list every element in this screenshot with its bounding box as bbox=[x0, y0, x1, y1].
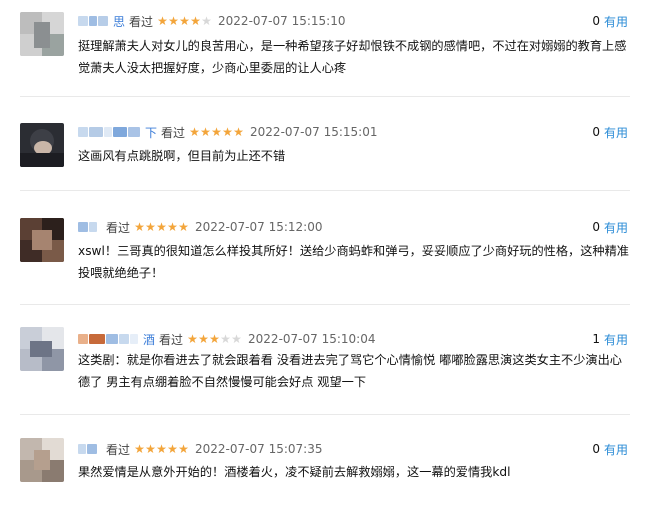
star-filled-icon: ★ bbox=[168, 14, 179, 28]
star-filled-icon: ★ bbox=[157, 14, 168, 28]
star-filled-icon: ★ bbox=[233, 125, 244, 139]
comment-meta: 酒 看过 ★ ★ ★ ★ ★ 2022-07-07 15:10:04 bbox=[78, 330, 375, 348]
star-filled-icon: ★ bbox=[198, 332, 209, 346]
comment-time: 2022-07-07 15:15:01 bbox=[250, 125, 378, 139]
comment-meta: 看过 ★ ★ ★ ★ ★ 2022-07-07 15:12:00 bbox=[78, 218, 322, 236]
star-filled-icon: ★ bbox=[209, 332, 220, 346]
avatar[interactable] bbox=[20, 218, 64, 262]
vote-count: 0 bbox=[592, 125, 600, 139]
divider bbox=[20, 190, 630, 191]
comment-text: 果然爱情是从意外开始的！酒楼着火，凌不疑前去解救嫋嫋，这一幕的爱情我kdl bbox=[78, 465, 511, 479]
divider bbox=[20, 96, 630, 97]
star-empty-icon: ★ bbox=[201, 14, 212, 28]
useful-button[interactable]: 有用 bbox=[604, 441, 628, 458]
watch-status: 看过 bbox=[129, 14, 154, 29]
vote-count: 0 bbox=[592, 14, 600, 28]
watch-status: 看过 bbox=[159, 332, 184, 347]
username-blurred[interactable] bbox=[78, 126, 141, 138]
star-filled-icon: ★ bbox=[190, 14, 201, 28]
rating-stars: ★ ★ ★ ★ ★ bbox=[187, 333, 242, 345]
username-blurred[interactable] bbox=[78, 333, 139, 345]
rating-stars: ★ ★ ★ ★ ★ bbox=[134, 443, 189, 455]
star-filled-icon: ★ bbox=[187, 332, 198, 346]
comment-meta: 思 看过 ★ ★ ★ ★ ★ 2022-07-07 15:15:10 bbox=[78, 12, 345, 30]
useful-button[interactable]: 有用 bbox=[604, 219, 628, 236]
avatar[interactable] bbox=[20, 123, 64, 167]
rating-stars: ★ ★ ★ ★ ★ bbox=[189, 126, 244, 138]
avatar[interactable] bbox=[20, 12, 64, 56]
username-blurred[interactable] bbox=[78, 221, 98, 233]
vote-count: 0 bbox=[592, 442, 600, 456]
username-blurred[interactable] bbox=[78, 15, 109, 27]
username[interactable]: 下 bbox=[145, 124, 157, 141]
comment-text: 这画风有点跳脱啊，但目前为止还不错 bbox=[78, 149, 286, 163]
comment-text: 这类剧：就是你看进去了就会跟着看 没看进去完了骂它个心情愉悦 嘟嘟脸露思演这类女… bbox=[78, 353, 622, 389]
useful-button[interactable]: 有用 bbox=[604, 13, 628, 30]
star-filled-icon: ★ bbox=[178, 220, 189, 234]
comment-time: 2022-07-07 15:12:00 bbox=[195, 220, 323, 234]
comment-text: 挺理解萧夫人对女儿的良苦用心，是一种希望孩子好却恨铁不成钢的感情吧，不过在对嫋嫋… bbox=[78, 39, 627, 75]
rating-stars: ★ ★ ★ ★ ★ bbox=[134, 221, 189, 233]
comment-time: 2022-07-07 15:10:04 bbox=[248, 332, 376, 346]
watch-status: 看过 bbox=[106, 442, 131, 457]
star-filled-icon: ★ bbox=[156, 220, 167, 234]
avatar[interactable] bbox=[20, 327, 64, 371]
star-filled-icon: ★ bbox=[211, 125, 222, 139]
star-filled-icon: ★ bbox=[134, 220, 145, 234]
rating-stars: ★ ★ ★ ★ ★ bbox=[157, 15, 212, 27]
vote-area: 0 有用 bbox=[592, 12, 628, 30]
star-filled-icon: ★ bbox=[179, 14, 190, 28]
comment-time: 2022-07-07 15:15:10 bbox=[218, 14, 346, 28]
star-filled-icon: ★ bbox=[145, 442, 156, 456]
comment-text: xswl！三哥真的很知道怎么样投其所好！送给少商蚂蚱和弹弓，妥妥顺应了少商好玩的… bbox=[78, 244, 629, 280]
star-filled-icon: ★ bbox=[189, 125, 200, 139]
vote-count: 1 bbox=[592, 332, 600, 346]
vote-area: 0 有用 bbox=[592, 123, 628, 141]
star-filled-icon: ★ bbox=[200, 125, 211, 139]
vote-count: 0 bbox=[592, 220, 600, 234]
star-filled-icon: ★ bbox=[167, 220, 178, 234]
vote-area: 1 有用 bbox=[592, 330, 628, 348]
star-empty-icon: ★ bbox=[220, 332, 231, 346]
star-filled-icon: ★ bbox=[178, 442, 189, 456]
username[interactable]: 思 bbox=[113, 13, 125, 30]
star-filled-icon: ★ bbox=[167, 442, 178, 456]
avatar[interactable] bbox=[20, 438, 64, 482]
vote-area: 0 有用 bbox=[592, 440, 628, 458]
vote-area: 0 有用 bbox=[592, 218, 628, 236]
star-filled-icon: ★ bbox=[156, 442, 167, 456]
watch-status: 看过 bbox=[161, 125, 186, 140]
comment-meta: 看过 ★ ★ ★ ★ ★ 2022-07-07 15:07:35 bbox=[78, 440, 322, 458]
username-blurred[interactable] bbox=[78, 443, 98, 455]
username[interactable]: 酒 bbox=[143, 331, 155, 348]
divider bbox=[20, 304, 630, 305]
divider bbox=[20, 414, 630, 415]
star-empty-icon: ★ bbox=[231, 332, 242, 346]
useful-button[interactable]: 有用 bbox=[604, 124, 628, 141]
comment-time: 2022-07-07 15:07:35 bbox=[195, 442, 323, 456]
star-filled-icon: ★ bbox=[145, 220, 156, 234]
useful-button[interactable]: 有用 bbox=[604, 331, 628, 348]
star-filled-icon: ★ bbox=[134, 442, 145, 456]
comment-meta: 下 看过 ★ ★ ★ ★ ★ 2022-07-07 15:15:01 bbox=[78, 123, 377, 141]
star-filled-icon: ★ bbox=[222, 125, 233, 139]
watch-status: 看过 bbox=[106, 220, 131, 235]
